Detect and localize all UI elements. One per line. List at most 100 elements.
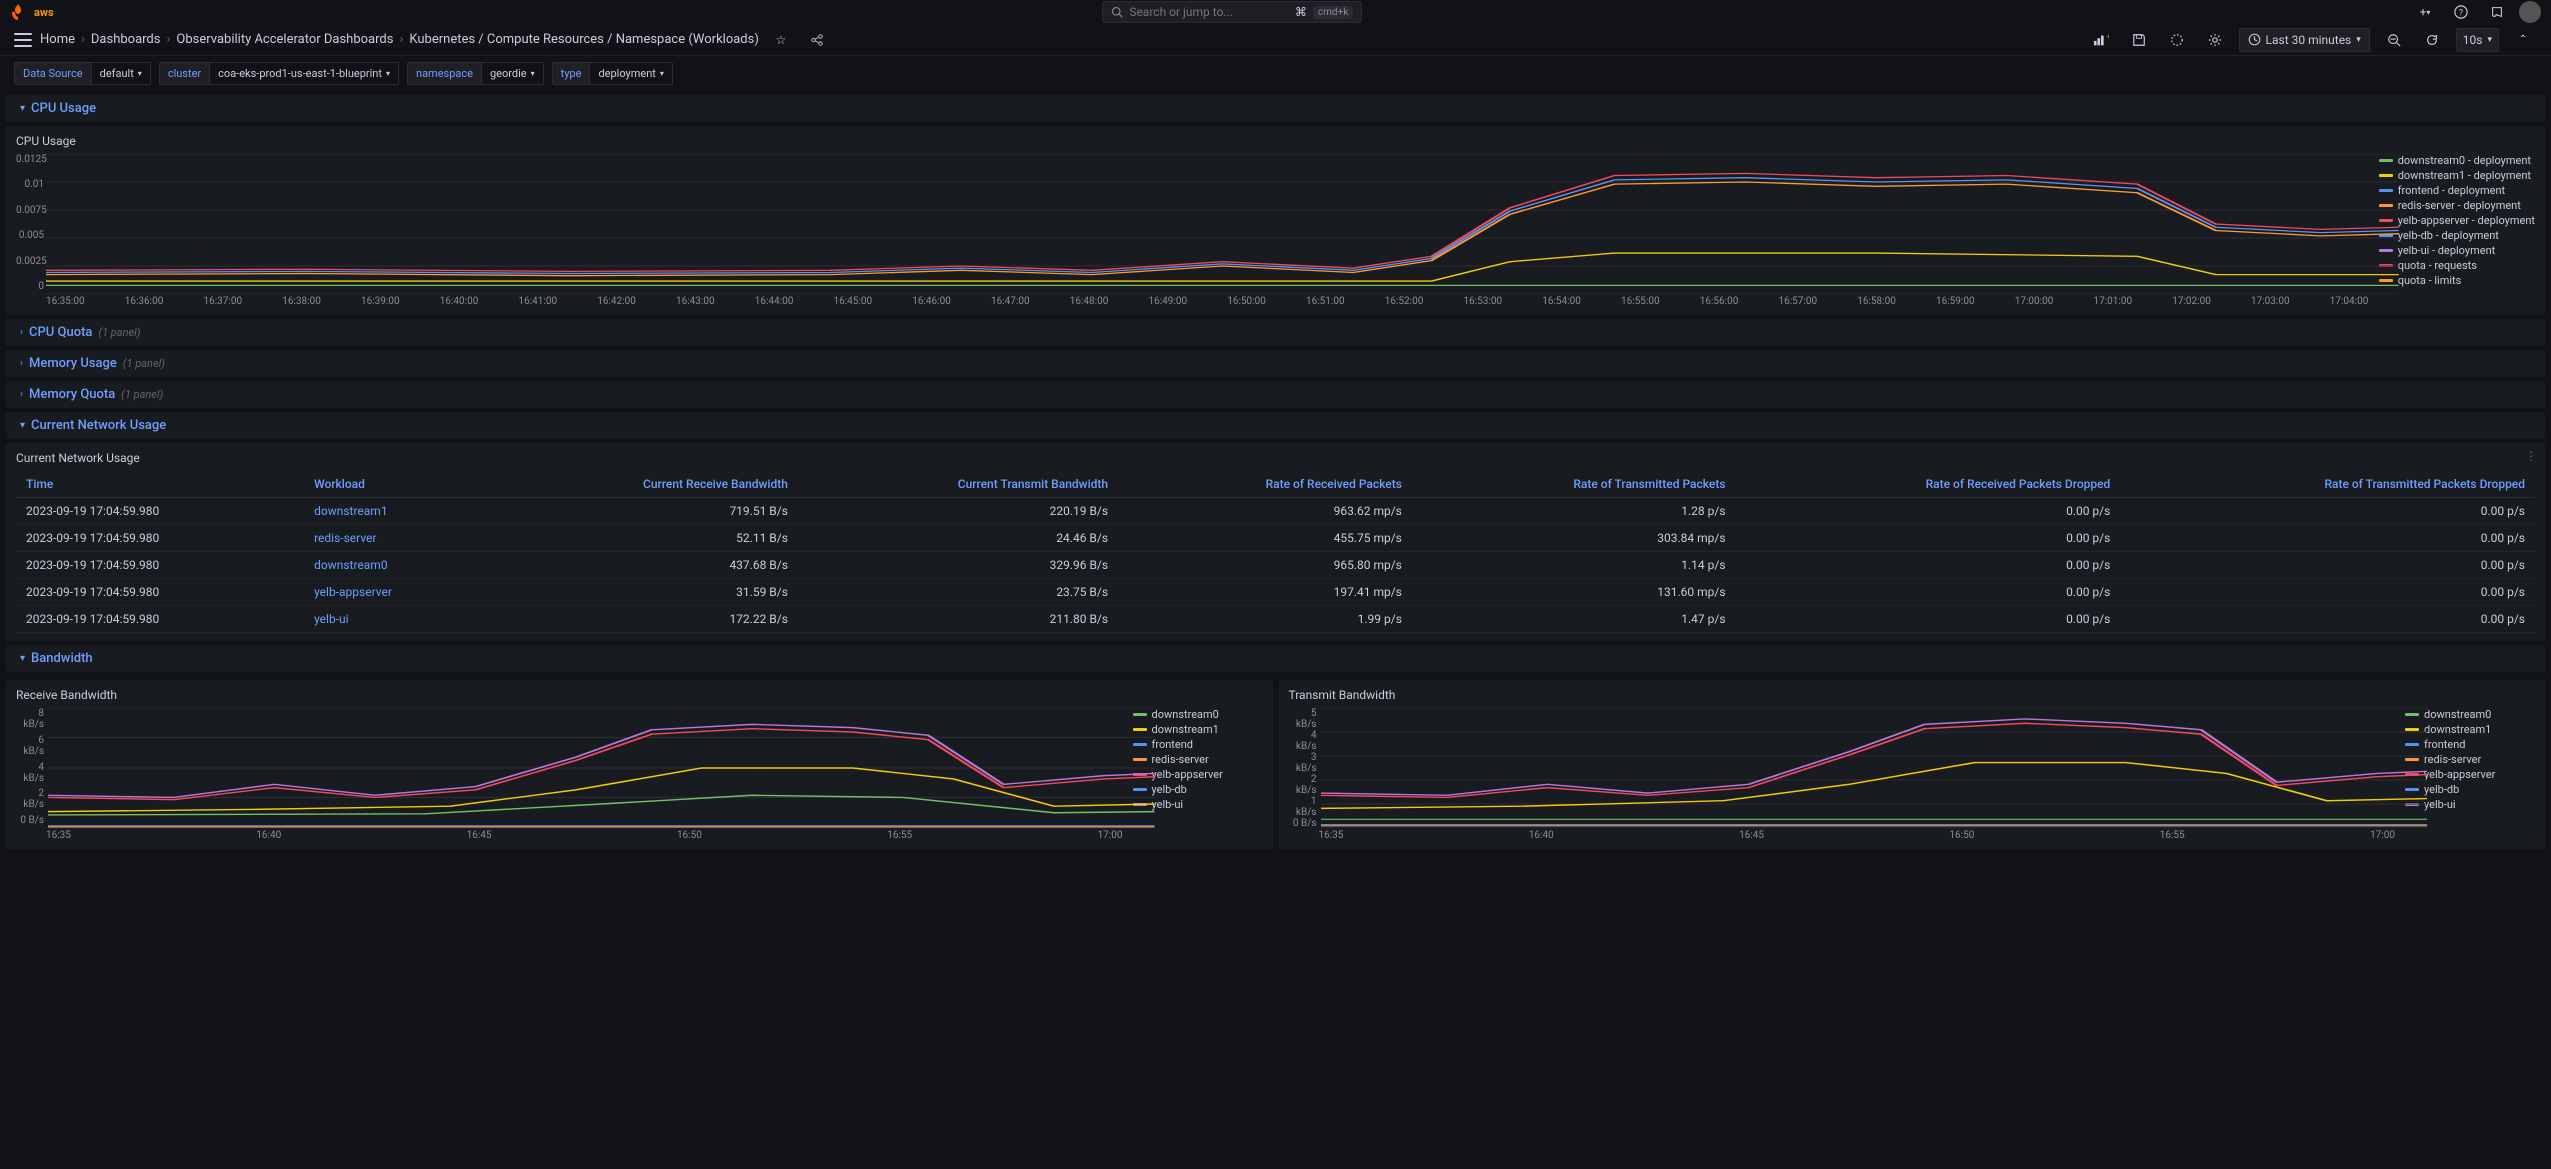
network-usage-table: TimeWorkloadCurrent Receive BandwidthCur…	[16, 471, 2535, 633]
panel-title: Receive Bandwidth	[16, 688, 1263, 702]
chevron-up-icon[interactable]: ⌃	[2509, 26, 2537, 54]
aws-logo: aws	[34, 6, 54, 19]
legend-label: yelb-ui	[1152, 798, 1184, 811]
var-namespace[interactable]: namespace geordie ▾	[407, 62, 544, 85]
chevron-down-icon: ▾	[20, 420, 25, 431]
table-header[interactable]: Current Receive Bandwidth	[488, 471, 798, 498]
svg-text:+: +	[2106, 33, 2109, 41]
panel-title: Current Network Usage	[16, 451, 2535, 465]
receive-bw-chart[interactable]: 8 kB/s6 kB/s4 kB/s2 kB/s0 B/s 16:3516:40…	[16, 708, 1123, 841]
help-icon[interactable]: ?	[2447, 0, 2475, 26]
chevron-right-icon: ›	[20, 358, 23, 369]
legend-item[interactable]: redis-server - deployment	[2379, 199, 2535, 212]
breadcrumb: Home› Dashboards› Observability Accelera…	[40, 32, 759, 47]
legend-label: downstream1	[2424, 723, 2491, 736]
time-range-label: Last 30 minutes	[2266, 33, 2352, 47]
add-panel-icon[interactable]: +	[2087, 26, 2115, 54]
star-icon[interactable]: ☆	[767, 26, 795, 54]
legend-item[interactable]: quota - requests	[2379, 259, 2535, 272]
cpu-usage-chart[interactable]: 0.01250.010.00750.0050.00250 16:35:0016:…	[16, 154, 2369, 307]
legend-item[interactable]: quota - limits	[2379, 274, 2535, 287]
legend-item[interactable]: downstream1 - deployment	[2379, 169, 2535, 182]
table-row[interactable]: 2023-09-19 17:04:59.980yelb-ui172.22 B/s…	[16, 606, 2535, 633]
legend-label: yelb-appserver	[1152, 768, 1223, 781]
cpu-legend: downstream0 - deployment downstream1 - de…	[2379, 154, 2535, 307]
table-header[interactable]: Rate of Transmitted Packets	[1412, 471, 1736, 498]
breadcrumb-dashboards[interactable]: Dashboards	[91, 32, 161, 47]
legend-label: yelb-appserver	[2424, 768, 2495, 781]
legend-label: downstream1 - deployment	[2398, 169, 2531, 182]
legend-label: yelb-db	[1152, 783, 1187, 796]
legend-label: yelb-appserver - deployment	[2398, 214, 2535, 227]
user-avatar[interactable]	[2519, 1, 2541, 23]
save-icon[interactable]	[2125, 26, 2153, 54]
row-cpu-usage[interactable]: ▾ CPU Usage	[6, 95, 2545, 122]
plus-icon[interactable]: +▾	[2411, 0, 2439, 26]
svg-text:?: ?	[2459, 9, 2463, 19]
var-cluster[interactable]: cluster coa-eks-prod1-us-east-1-blueprin…	[159, 62, 399, 85]
panel-menu-icon[interactable]: ⋮	[2525, 449, 2537, 463]
legend-label: quota - requests	[2398, 259, 2477, 272]
settings-icon[interactable]	[2201, 26, 2229, 54]
table-header[interactable]: Time	[16, 471, 304, 498]
row-network[interactable]: ▾ Current Network Usage	[6, 412, 2545, 439]
breadcrumb-title: Kubernetes / Compute Resources / Namespa…	[409, 32, 759, 47]
refresh-interval-picker[interactable]: 10s ▾	[2456, 28, 2499, 52]
table-header[interactable]: Rate of Received Packets	[1118, 471, 1412, 498]
breadcrumb-home[interactable]: Home	[40, 32, 75, 47]
legend-label: yelb-ui - deployment	[2398, 244, 2496, 257]
table-header[interactable]: Rate of Transmitted Packets Dropped	[2120, 471, 2535, 498]
row-memory-usage[interactable]: › Memory Usage (1 panel)	[6, 350, 2545, 377]
panel-title: Transmit Bandwidth	[1289, 688, 2536, 702]
table-header[interactable]: Rate of Received Packets Dropped	[1736, 471, 2121, 498]
row-cpu-quota[interactable]: › CPU Quota (1 panel)	[6, 319, 2545, 346]
insights-icon[interactable]	[2163, 26, 2191, 54]
search-input-wrap[interactable]: ⌘ cmd+k	[1102, 1, 1362, 23]
legend-label: downstream0 - deployment	[2398, 154, 2531, 167]
breadcrumb-folder[interactable]: Observability Accelerator Dashboards	[176, 32, 393, 47]
chevron-right-icon: ›	[20, 327, 23, 338]
legend-label: frontend	[1152, 738, 1194, 751]
table-row[interactable]: 2023-09-19 17:04:59.980redis-server52.11…	[16, 525, 2535, 552]
refresh-interval-label: 10s	[2463, 33, 2483, 47]
zoom-out-icon[interactable]	[2380, 26, 2408, 54]
var-type[interactable]: type deployment ▾	[552, 62, 673, 85]
table-header[interactable]: Current Transmit Bandwidth	[798, 471, 1118, 498]
app-header: aws ⌘ cmd+k +▾ ?	[0, 0, 2551, 24]
legend-item[interactable]: yelb-appserver - deployment	[2379, 214, 2535, 227]
row-bandwidth[interactable]: ▾ Bandwidth	[6, 645, 2545, 672]
legend-item[interactable]: yelb-ui - deployment	[2379, 244, 2535, 257]
legend-label: downstream1	[1152, 723, 1219, 736]
grafana-logo-icon[interactable]	[10, 4, 26, 20]
legend-label: downstream0	[2424, 708, 2491, 721]
row-memory-quota[interactable]: › Memory Quota (1 panel)	[6, 381, 2545, 408]
legend-item[interactable]: downstream0 - deployment	[2379, 154, 2535, 167]
legend-label: frontend - deployment	[2398, 184, 2505, 197]
mega-menu-icon[interactable]	[14, 33, 32, 47]
search-input[interactable]	[1129, 5, 1289, 19]
table-row[interactable]: 2023-09-19 17:04:59.980yelb-appserver31.…	[16, 579, 2535, 606]
variables-bar: Data Source default ▾ cluster coa-eks-pr…	[0, 56, 2551, 91]
share-icon[interactable]	[803, 26, 831, 54]
table-row[interactable]: 2023-09-19 17:04:59.980downstream0437.68…	[16, 552, 2535, 579]
refresh-icon[interactable]	[2418, 26, 2446, 54]
legend-label: redis-server	[2424, 753, 2481, 766]
legend-label: downstream0	[1152, 708, 1219, 721]
kbd-icon: ⌘	[1295, 5, 1307, 19]
legend-label: redis-server	[1152, 753, 1209, 766]
legend-item[interactable]: yelb-db - deployment	[2379, 229, 2535, 242]
news-icon[interactable]	[2483, 0, 2511, 26]
chevron-right-icon: ›	[20, 389, 23, 400]
legend-label: frontend	[2424, 738, 2466, 751]
time-range-picker[interactable]: Last 30 minutes ▾	[2239, 28, 2370, 52]
legend-label: yelb-ui	[2424, 798, 2456, 811]
table-row[interactable]: 2023-09-19 17:04:59.980downstream1719.51…	[16, 498, 2535, 525]
table-header[interactable]: Workload	[304, 471, 488, 498]
panel-network-table: Current Network Usage ⋮ TimeWorkloadCurr…	[6, 443, 2545, 641]
chevron-down-icon: ▾	[20, 653, 25, 664]
chevron-down-icon: ▾	[20, 103, 25, 114]
transmit-bw-chart[interactable]: 5 kB/s4 kB/s3 kB/s2 kB/s1 kB/s0 B/s 16:3…	[1289, 708, 2396, 841]
var-datasource[interactable]: Data Source default ▾	[14, 62, 151, 85]
legend-label: quota - limits	[2398, 274, 2462, 287]
legend-item[interactable]: frontend - deployment	[2379, 184, 2535, 197]
